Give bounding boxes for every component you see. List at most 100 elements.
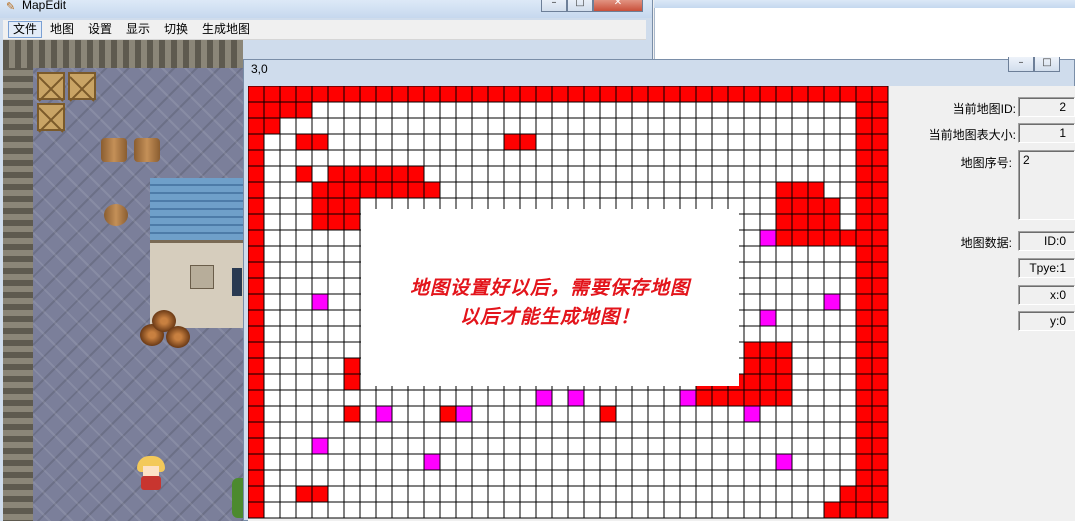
- grid-cell[interactable]: [759, 325, 777, 343]
- grid-cell[interactable]: [248, 437, 265, 455]
- grid-cell[interactable]: [855, 133, 873, 151]
- grid-cell[interactable]: [439, 485, 457, 503]
- grid-cell[interactable]: [248, 453, 265, 471]
- grid-cell[interactable]: [679, 165, 697, 183]
- grid-cell[interactable]: [807, 101, 825, 119]
- grid-cell[interactable]: [327, 245, 345, 263]
- grid-cell[interactable]: [631, 405, 649, 423]
- grid-cell[interactable]: [248, 325, 265, 343]
- grid-cell[interactable]: [263, 437, 281, 455]
- grid-cell[interactable]: [487, 165, 505, 183]
- grid-cell[interactable]: [823, 357, 841, 375]
- grid-cell[interactable]: [248, 373, 265, 391]
- grid-cell[interactable]: [551, 469, 569, 487]
- grid-cell[interactable]: [423, 421, 441, 439]
- grid-cell[interactable]: [248, 181, 265, 199]
- grid-cell[interactable]: [407, 421, 425, 439]
- grid-cell[interactable]: [727, 149, 745, 167]
- grid-cell[interactable]: [663, 421, 681, 439]
- grid-cell[interactable]: [839, 165, 857, 183]
- grid-cell[interactable]: [327, 197, 345, 215]
- grid-cell[interactable]: [263, 325, 281, 343]
- grid-cell[interactable]: [711, 437, 729, 455]
- grid-cell[interactable]: [311, 213, 329, 231]
- grid-cell[interactable]: [263, 293, 281, 311]
- grid-cell[interactable]: [391, 437, 409, 455]
- grid-cell[interactable]: [535, 501, 553, 519]
- grid-cell[interactable]: [295, 341, 313, 359]
- grid-cell[interactable]: [743, 501, 761, 519]
- grid-cell[interactable]: [423, 101, 441, 119]
- grid-cell[interactable]: [871, 261, 889, 279]
- grid-cell[interactable]: [391, 421, 409, 439]
- editor-minimize-button[interactable]: –: [1008, 57, 1034, 72]
- grid-cell[interactable]: [647, 437, 665, 455]
- grid-cell[interactable]: [775, 245, 793, 263]
- grid-cell[interactable]: [279, 149, 297, 167]
- grid-cell[interactable]: [871, 341, 889, 359]
- grid-cell[interactable]: [807, 453, 825, 471]
- grid-cell[interactable]: [855, 101, 873, 119]
- grid-cell[interactable]: [855, 325, 873, 343]
- grid-cell[interactable]: [647, 86, 665, 103]
- grid-cell[interactable]: [775, 325, 793, 343]
- grid-cell[interactable]: [775, 101, 793, 119]
- grid-cell[interactable]: [455, 86, 473, 103]
- grid-cell[interactable]: [519, 101, 537, 119]
- grid-cell[interactable]: [759, 86, 777, 103]
- grid-cell[interactable]: [663, 133, 681, 151]
- grid-cell[interactable]: [695, 453, 713, 471]
- grid-cell[interactable]: [583, 149, 601, 167]
- grid-cell[interactable]: [807, 165, 825, 183]
- grid-cell[interactable]: [295, 213, 313, 231]
- grid-cell[interactable]: [647, 469, 665, 487]
- grid-cell[interactable]: [759, 101, 777, 119]
- grid-cell[interactable]: [327, 485, 345, 503]
- grid-cell[interactable]: [487, 501, 505, 519]
- grid-cell[interactable]: [263, 421, 281, 439]
- grid-cell[interactable]: [775, 405, 793, 423]
- grid-cell[interactable]: [375, 405, 393, 423]
- grid-cell[interactable]: [663, 501, 681, 519]
- grid-cell[interactable]: [519, 165, 537, 183]
- grid-cell[interactable]: [311, 117, 329, 135]
- grid-cell[interactable]: [759, 117, 777, 135]
- grid-cell[interactable]: [599, 453, 617, 471]
- grid-cell[interactable]: [663, 117, 681, 135]
- grid-cell[interactable]: [279, 373, 297, 391]
- grid-cell[interactable]: [391, 453, 409, 471]
- grid-cell[interactable]: [695, 469, 713, 487]
- grid-cell[interactable]: [391, 149, 409, 167]
- grid-cell[interactable]: [743, 325, 761, 343]
- grid-cell[interactable]: [391, 117, 409, 135]
- grid-cell[interactable]: [248, 197, 265, 215]
- grid-cell[interactable]: [503, 101, 521, 119]
- grid-cell[interactable]: [807, 277, 825, 295]
- grid-cell[interactable]: [791, 101, 809, 119]
- grid-cell[interactable]: [279, 453, 297, 471]
- grid-cell[interactable]: [327, 181, 345, 199]
- grid-cell[interactable]: [248, 293, 265, 311]
- grid-cell[interactable]: [519, 86, 537, 103]
- grid-cell[interactable]: [743, 229, 761, 247]
- grid-cell[interactable]: [295, 165, 313, 183]
- grid-cell[interactable]: [807, 117, 825, 135]
- grid-cell[interactable]: [743, 373, 761, 391]
- grid-cell[interactable]: [487, 389, 505, 407]
- grid-cell[interactable]: [551, 133, 569, 151]
- grid-cell[interactable]: [839, 357, 857, 375]
- grid-cell[interactable]: [487, 437, 505, 455]
- grid-cell[interactable]: [327, 117, 345, 135]
- grid-cell[interactable]: [839, 181, 857, 199]
- grid-cell[interactable]: [711, 421, 729, 439]
- minimize-button[interactable]: –: [541, 0, 567, 12]
- grid-cell[interactable]: [551, 181, 569, 199]
- grid-cell[interactable]: [391, 469, 409, 487]
- grid-cell[interactable]: [295, 197, 313, 215]
- grid-cell[interactable]: [327, 421, 345, 439]
- grid-cell[interactable]: [455, 117, 473, 135]
- grid-cell[interactable]: [583, 469, 601, 487]
- grid-cell[interactable]: [551, 86, 569, 103]
- grid-cell[interactable]: [791, 245, 809, 263]
- grid-cell[interactable]: [343, 213, 361, 231]
